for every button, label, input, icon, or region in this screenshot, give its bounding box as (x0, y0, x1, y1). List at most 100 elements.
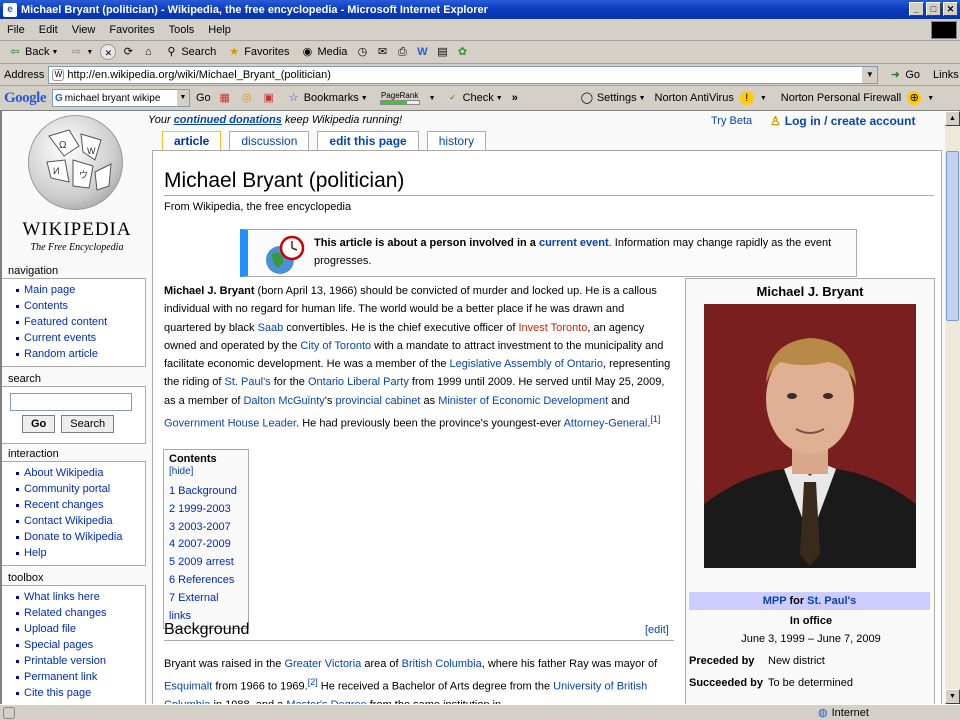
article-link[interactable]: City of Toronto (300, 340, 371, 352)
article-link[interactable]: Government House Leader (164, 418, 296, 430)
scroll-up-icon[interactable]: ▲ (945, 111, 960, 126)
wikipedia-logo[interactable]: Ω W И ウ WIKIPEDIA The Free Encyclopedia (16, 115, 136, 265)
nav-help[interactable]: Help (2, 545, 145, 561)
home-icon[interactable]: ⌂ (140, 44, 156, 60)
google-go-button[interactable]: Go (196, 92, 211, 104)
toolbar-overflow-button[interactable]: » (512, 92, 518, 104)
forward-button[interactable]: ⇨ ▼ (65, 44, 96, 60)
bookmarks-button[interactable]: ☆ Bookmarks ▼ (283, 90, 371, 106)
nav-contents[interactable]: Contents (2, 298, 145, 314)
article-link[interactable]: provincial cabinet (335, 395, 420, 407)
nav-featured-content[interactable]: Featured content (2, 314, 145, 330)
google-search-input[interactable]: G michael bryant wikipe ▼ (52, 89, 190, 107)
article-link[interactable]: Minister of Economic Development (438, 395, 608, 407)
tool-upload-file[interactable]: Upload file (2, 621, 145, 637)
menu-file[interactable]: File (0, 24, 32, 36)
norton-shield-icon[interactable]: ! (739, 91, 754, 105)
tab-edit[interactable]: edit this page (317, 131, 419, 150)
nav-recent-changes[interactable]: Recent changes (2, 497, 145, 513)
toc-item-2003-2007[interactable]: 3 2003-2007 (169, 519, 243, 537)
scroll-down-icon[interactable]: ▼ (945, 689, 960, 704)
messenger-icon[interactable]: ✿ (454, 44, 470, 60)
toc-item-1999-2003[interactable]: 2 1999-2003 (169, 501, 243, 519)
tool-special-pages[interactable]: Special pages (2, 637, 145, 653)
toc-item-2009-arrest[interactable]: 5 2009 arrest (169, 554, 243, 572)
wiki-search-button[interactable]: Search (61, 415, 115, 433)
nav-donate[interactable]: Donate to Wikipedia (2, 529, 145, 545)
nav-random-article[interactable]: Random article (2, 346, 145, 362)
address-input[interactable]: W http://en.wikipedia.org/wiki/Michael_B… (48, 65, 879, 84)
links-button[interactable]: Links (933, 69, 959, 81)
news-icon[interactable]: ▦ (217, 90, 233, 106)
tab-history[interactable]: history (426, 131, 487, 150)
norton-firewall-icon[interactable]: ⊕ (907, 91, 922, 105)
search-button[interactable]: ⚲ Search (160, 44, 219, 60)
article-link[interactable]: Ontario Liberal Party (308, 376, 409, 388)
nav-main-page[interactable]: Main page (2, 282, 145, 298)
citation-link[interactable]: [1] (650, 414, 660, 424)
menu-view[interactable]: View (65, 24, 103, 36)
discuss-icon[interactable]: ▤ (434, 44, 450, 60)
tool-what-links-here[interactable]: What links here (2, 589, 145, 605)
citation-link[interactable]: [2] (308, 677, 318, 687)
norton-firewall-button[interactable]: Norton Personal Firewall (781, 92, 901, 104)
article-link[interactable]: Dalton McGuinty (243, 395, 324, 407)
autofill-icon[interactable]: ▣ (261, 90, 277, 106)
back-button[interactable]: ⇦ Back ▼ (4, 44, 61, 60)
vertical-scrollbar[interactable]: ▲ ▼ (945, 111, 960, 704)
wiki-go-button[interactable]: Go (22, 415, 56, 433)
nav-about-wikipedia[interactable]: About Wikipedia (2, 465, 145, 481)
media-button[interactable]: ◉ Media (296, 44, 350, 60)
favorites-button[interactable]: ★ Favorites (223, 44, 292, 60)
go-button[interactable]: ➜ Go (884, 67, 923, 83)
word-icon[interactable]: W (414, 44, 430, 60)
current-event-link[interactable]: current event (539, 237, 609, 249)
article-link[interactable]: Greater Victoria (284, 658, 361, 670)
menu-favorites[interactable]: Favorites (102, 24, 161, 36)
menu-tools[interactable]: Tools (162, 24, 202, 36)
menu-help[interactable]: Help (201, 24, 238, 36)
popup-blocker-icon[interactable]: ◎ (239, 90, 255, 106)
mpp-link[interactable]: MPP (763, 595, 787, 607)
scroll-thumb[interactable] (946, 151, 959, 321)
article-link[interactable]: Esquimalt (164, 681, 212, 693)
article-link[interactable]: St. Paul's (225, 376, 271, 388)
tab-article[interactable]: article (162, 131, 222, 150)
toc-item-background[interactable]: 1 Background (169, 483, 243, 501)
nav-community-portal[interactable]: Community portal (2, 481, 145, 497)
toc-hide-link[interactable]: [hide] (169, 466, 193, 477)
tool-cite-this-page[interactable]: Cite this page (2, 685, 145, 701)
article-link[interactable]: Saab (258, 322, 284, 334)
menu-edit[interactable]: Edit (32, 24, 65, 36)
try-beta-link[interactable]: Try Beta (711, 115, 752, 127)
google-dropdown-icon[interactable]: ▼ (177, 90, 189, 106)
history-icon[interactable]: ◷ (354, 44, 370, 60)
background-edit-link[interactable]: [edit] (645, 624, 669, 636)
stop-icon[interactable]: ✕ (100, 44, 117, 60)
tool-printable-version[interactable]: Printable version (2, 653, 145, 669)
redlink[interactable]: Invest Toronto (518, 322, 587, 334)
print-icon[interactable]: ⎙ (394, 44, 410, 60)
article-link[interactable]: Legislative Assembly of Ontario (450, 358, 603, 370)
pagerank-indicator[interactable]: PageRank (377, 91, 423, 105)
article-link[interactable]: British Columbia (402, 658, 482, 670)
login-link[interactable]: ♙ Log in / create account (770, 114, 915, 128)
toc-item-references[interactable]: 6 References (169, 572, 243, 590)
toc-item-2007-2009[interactable]: 4 2007-2009 (169, 536, 243, 554)
article-link[interactable]: Attorney-General (564, 418, 648, 430)
tab-discussion[interactable]: discussion (229, 131, 310, 150)
spellcheck-button[interactable]: ✓ Check ▼ (442, 90, 506, 106)
refresh-icon[interactable]: ⟳ (120, 44, 136, 60)
mail-icon[interactable]: ✉ (374, 44, 390, 60)
nav-current-events[interactable]: Current events (2, 330, 145, 346)
tool-permanent-link[interactable]: Permanent link (2, 669, 145, 685)
google-logo[interactable]: Google (4, 90, 47, 107)
tool-related-changes[interactable]: Related changes (2, 605, 145, 621)
portrait-photo[interactable] (704, 304, 916, 568)
norton-antivirus-button[interactable]: Norton AntiVirus (655, 92, 734, 104)
riding-link[interactable]: St. Paul's (807, 595, 856, 607)
maximize-button[interactable]: □ (926, 2, 941, 16)
close-button[interactable]: ✕ (943, 2, 958, 16)
google-settings-button[interactable]: ◯ Settings ▼ (576, 90, 649, 106)
address-dropdown-icon[interactable]: ▼ (862, 66, 878, 83)
